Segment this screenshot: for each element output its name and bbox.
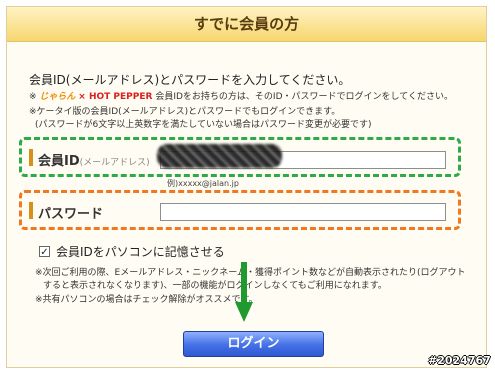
watermark-id: #2024767 — [428, 354, 491, 367]
member-id-example: 例)xxxxx@jalan.jp — [167, 179, 239, 188]
password-marker — [29, 202, 33, 219]
password-row: パスワード — [19, 190, 461, 230]
redacted-email-blur — [157, 144, 282, 168]
member-id-row: 会員ID(メールアドレス) — [19, 137, 461, 177]
member-id-marker — [29, 149, 33, 166]
remember-id-label: 会員IDをパソコンに記憶させる — [56, 245, 225, 259]
panel-title: すでに会員の方 — [7, 7, 486, 42]
login-button[interactable]: ログイン — [183, 331, 324, 357]
remember-id-option[interactable]: ✓ 会員IDをパソコンに記憶させる — [39, 243, 225, 260]
caution-line-3: ※共有パソコンの場合はチェック解除がオススメです。 — [35, 295, 258, 305]
member-id-label-text: 会員ID — [38, 154, 80, 169]
member-id-label: 会員ID(メールアドレス) — [38, 150, 150, 169]
intro-text: 会員ID(メールアドレス)とパスワードを入力してください。 — [29, 73, 351, 87]
hotpepper-logo: × HOT PEPPER — [78, 92, 153, 102]
arrow-down-icon — [235, 262, 253, 322]
note-line-2: ※ケータイ版の会員ID(メールアドレス)とパスワードでもログインできます。 — [29, 107, 341, 117]
jalan-logo: じゃらん — [39, 92, 76, 102]
note-line-1: ※ じゃらん × HOT PEPPER 会員IDをお持ちの方は、そのID・パスワ… — [29, 92, 453, 102]
caution-line-2: すると表示されなくなります)、一部の機能がログインしなくてもご利用になれます。 — [43, 281, 387, 291]
password-input[interactable] — [160, 203, 446, 221]
note-line-3: (パスワードが6文字以上英数字を満たしていない場合はパスワード変更が必要です) — [35, 120, 372, 130]
note-line-1-text: 会員IDをお持ちの方は、そのID・パスワードでログインをしてください。 — [155, 92, 453, 102]
remember-id-checkbox[interactable]: ✓ — [39, 246, 50, 258]
password-label: パスワード — [38, 207, 104, 222]
check-icon: ✓ — [40, 247, 49, 258]
login-panel: すでに会員の方 会員ID(メールアドレス)とパスワードを入力してください。 ※ … — [6, 6, 487, 368]
member-id-sublabel: (メールアドレス) — [79, 158, 150, 168]
